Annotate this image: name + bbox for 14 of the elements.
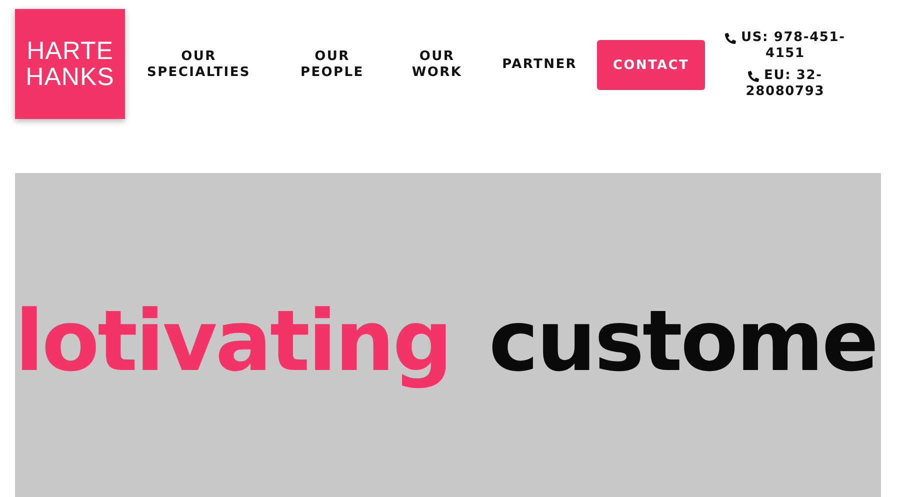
phone-icon bbox=[725, 32, 736, 44]
logo-text: HARTE bbox=[26, 38, 114, 64]
contact-button[interactable]: CONTACT bbox=[597, 40, 706, 90]
phone-link[interactable]: EU: 32- 28080793 bbox=[746, 68, 825, 100]
phone-icon bbox=[748, 70, 760, 82]
nav-link[interactable]: OUR WORK bbox=[412, 49, 462, 81]
nav-link[interactable]: PARTNER bbox=[502, 57, 578, 73]
hero-headline: lotivating bbox=[15, 291, 451, 391]
logo-text: HANKS bbox=[26, 64, 114, 90]
nav-link[interactable]: OUR SPECIALTIES bbox=[147, 49, 250, 81]
phone-link[interactable]: US: 978-451- 4151 bbox=[725, 30, 846, 62]
hero-headline: custome bbox=[488, 291, 877, 391]
nav-link[interactable]: OUR PEOPLE bbox=[300, 49, 364, 81]
logo[interactable]: HARTE HANKS bbox=[15, 9, 125, 119]
